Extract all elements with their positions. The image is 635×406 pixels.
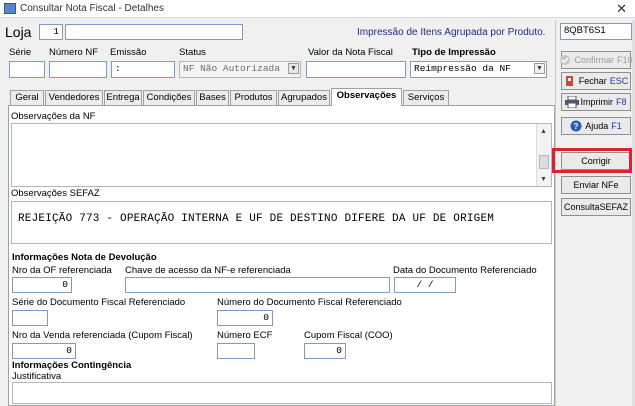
tab-bases[interactable]: Bases <box>196 90 229 105</box>
tab-vendedores[interactable]: Vendedores <box>45 90 103 105</box>
numero-ecf-label: Número ECF <box>217 330 273 341</box>
fechar-label: Fechar <box>578 76 607 86</box>
serie-input[interactable] <box>9 61 45 78</box>
chave-acesso-label: Chave de acesso da NF-e referenciada <box>125 265 291 276</box>
loja-input[interactable]: 1 <box>39 24 63 40</box>
status-select[interactable]: NF Não Autorizada ▼ <box>179 61 301 78</box>
loja-name-field[interactable] <box>65 24 243 40</box>
fechar-key: ESC <box>609 76 629 86</box>
obs-nf-textarea[interactable]: ▲ ▼ <box>11 123 552 187</box>
window-title: Consultar Nota Fiscal - Detalhes <box>20 3 164 14</box>
close-icon[interactable]: ✕ <box>616 1 627 17</box>
obs-nf-scrollbar[interactable]: ▲ ▼ <box>536 124 551 186</box>
nro-of-label: Nro da OF referenciada <box>12 265 112 276</box>
emissao-label: Emissão <box>110 47 147 58</box>
serie-label: Série <box>9 47 32 58</box>
numero-nf-label: Número NF <box>49 47 99 58</box>
contingencia-section-title: Informações Contingência <box>12 360 132 371</box>
action-sidebar: 8QBT6S1 Confirmar F10 Fechar ESC Imprimir F… <box>555 20 635 406</box>
code-field[interactable]: 8QBT6S1 <box>560 23 632 40</box>
serie-doc-input[interactable] <box>12 310 48 326</box>
numero-doc-label: Número do Documento Fiscal Referenciado <box>217 297 402 308</box>
confirm-icon <box>559 54 571 66</box>
tipo-impressao-select[interactable]: Reimpressão da NF ▼ <box>410 61 547 78</box>
obs-sefaz-label: Observações SEFAZ <box>11 188 100 199</box>
imprimir-label: Imprimir <box>580 97 613 107</box>
printer-icon <box>565 95 580 109</box>
emissao-input[interactable]: : <box>111 61 175 78</box>
numero-nf-input[interactable] <box>49 61 107 78</box>
corrigir-button[interactable]: Corrigir <box>561 152 631 170</box>
justificativa-label: Justificativa <box>12 371 62 382</box>
scroll-down-icon[interactable]: ▼ <box>540 176 547 183</box>
main-panel: Loja 1 Impressão de Itens Agrupada por P… <box>2 20 555 406</box>
tab-condicoes[interactable]: Condições <box>143 90 195 105</box>
imprimir-key: F8 <box>615 97 627 107</box>
cupom-fiscal-label: Cupom Fiscal (COO) <box>304 330 393 341</box>
tab-servicos[interactable]: Serviços <box>403 90 449 105</box>
serie-doc-label: Série do Documento Fiscal Referenciado <box>12 297 186 308</box>
tab-agrupados[interactable]: Agrupados <box>278 90 330 105</box>
help-icon: ? <box>570 120 582 132</box>
fechar-button[interactable]: Fechar ESC <box>561 72 631 90</box>
tipo-impressao-value: Reimpressão da NF <box>414 63 511 74</box>
title-bar: Consultar Nota Fiscal - Detalhes ✕ <box>0 0 635 18</box>
status-label: Status <box>179 47 206 58</box>
cupom-fiscal-input[interactable]: 0 <box>304 343 346 359</box>
confirmar-button[interactable]: Confirmar F10 <box>559 51 633 69</box>
chave-acesso-input[interactable] <box>125 277 390 293</box>
obs-nf-label: Observações da NF <box>11 111 96 122</box>
data-doc-label: Data do Documento Referenciado <box>393 265 537 276</box>
chevron-down-icon[interactable]: ▼ <box>534 63 545 74</box>
confirmar-key: F10 <box>617 55 633 65</box>
scroll-up-icon[interactable]: ▲ <box>540 128 547 135</box>
ajuda-label: Ajuda <box>585 121 609 131</box>
confirmar-label: Confirmar <box>574 55 614 65</box>
justificativa-input[interactable] <box>12 382 552 404</box>
tab-observacoes[interactable]: Observações <box>331 88 402 106</box>
nro-of-input[interactable]: 0 <box>12 277 72 293</box>
close-door-icon <box>564 75 576 87</box>
nro-venda-label: Nro da Venda referenciada (Cupom Fiscal) <box>12 330 193 341</box>
valor-nf-input[interactable] <box>306 61 406 78</box>
enviar-nfe-button[interactable]: Enviar NFe <box>561 176 631 194</box>
tab-produtos[interactable]: Produtos <box>230 90 277 105</box>
consulta-sefaz-button[interactable]: ConsultaSEFAZ <box>561 198 631 216</box>
loja-label: Loja <box>5 24 32 40</box>
tipo-impressao-label: Tipo de Impressão <box>412 47 496 58</box>
data-doc-input[interactable]: / / <box>394 277 456 293</box>
ajuda-button[interactable]: ? Ajuda F1 <box>561 117 631 135</box>
ajuda-key: F1 <box>611 121 622 131</box>
imprimir-button[interactable]: Imprimir F8 <box>561 93 631 111</box>
obs-sefaz-text: REJEIÇÃO 773 - OPERAÇÃO INTERNA E UF DE … <box>18 213 495 225</box>
numero-doc-input[interactable]: 0 <box>217 310 273 326</box>
scroll-thumb[interactable] <box>539 155 549 169</box>
status-value: NF Não Autorizada <box>183 63 280 74</box>
numero-ecf-input[interactable] <box>217 343 255 359</box>
tab-entrega[interactable]: Entrega <box>104 90 142 105</box>
tab-geral[interactable]: Geral <box>10 90 44 105</box>
valor-nf-label: Valor da Nota Fiscal <box>308 47 393 58</box>
devolucao-section-title: Informações Nota de Devolução <box>12 252 157 263</box>
observacoes-panel: Observações da NF ▲ ▼ Observações SEFAZ … <box>8 105 555 406</box>
app-icon <box>4 3 16 14</box>
impressao-agrupada-text: Impressão de Itens Agrupada por Produto. <box>357 27 546 38</box>
obs-sefaz-textarea[interactable]: REJEIÇÃO 773 - OPERAÇÃO INTERNA E UF DE … <box>11 201 552 244</box>
chevron-down-icon[interactable]: ▼ <box>288 63 299 74</box>
svg-text:?: ? <box>574 122 579 131</box>
nro-venda-input[interactable]: 0 <box>12 343 76 359</box>
